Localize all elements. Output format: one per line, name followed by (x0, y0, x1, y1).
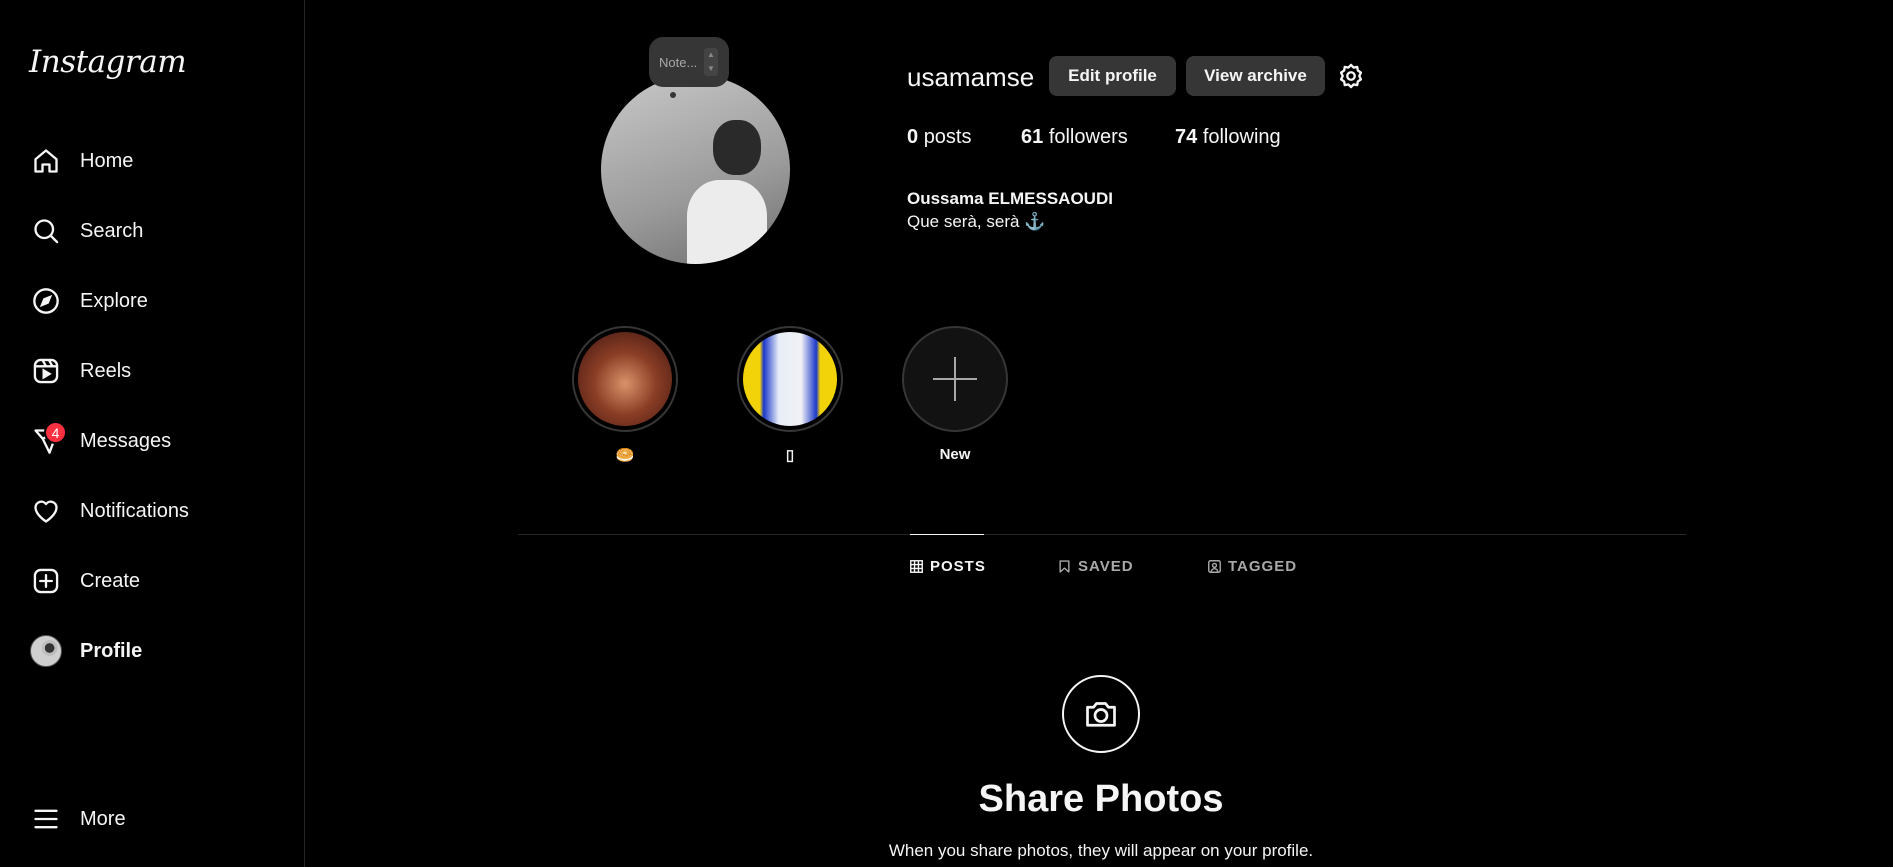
note-bubble[interactable]: Note... ▲ ▼ (649, 37, 729, 87)
profile-bio: Que serà, serà ⚓ (907, 212, 1046, 231)
profile-picture-head (713, 120, 761, 175)
note-bubble-tail (670, 92, 676, 98)
plus-square-icon (26, 561, 66, 601)
tab-label: TAGGED (1228, 558, 1298, 575)
posts-count: 0 (907, 126, 919, 148)
tab-label: POSTS (930, 558, 986, 575)
grid-icon (910, 560, 923, 573)
settings-gear-icon[interactable] (1337, 62, 1365, 90)
tab-tagged[interactable]: TAGGED (1208, 558, 1297, 575)
sidebar-item-create[interactable]: Create (12, 553, 294, 609)
sidebar-item-label: Explore (80, 289, 148, 312)
compass-icon (26, 281, 66, 321)
sidebar-item-notifications[interactable]: Notifications (12, 483, 294, 539)
tab-saved[interactable]: SAVED (1058, 558, 1134, 575)
highlight-label: New (939, 446, 971, 463)
followers-count: 61 (1021, 126, 1044, 148)
posts-label: posts (923, 126, 972, 148)
instagram-logo[interactable]: Instagram (29, 44, 187, 80)
sidebar-item-label: Reels (80, 359, 132, 382)
camera-icon (1062, 675, 1140, 753)
profile-picture-figure (687, 180, 767, 264)
note-stepper[interactable]: ▲ ▼ (704, 48, 718, 76)
profile-full-name: Oussama ELMESSAOUDI (907, 189, 1113, 208)
notification-badge: 4 (44, 421, 67, 444)
view-archive-button[interactable]: View archive (1186, 56, 1325, 96)
sidebar-item-label: Create (80, 569, 141, 592)
highlight-label: 🥯 (615, 447, 635, 464)
plus-icon (908, 332, 1002, 426)
note-placeholder: Note... (659, 54, 698, 70)
sidebar-item-profile[interactable]: Profile (12, 623, 294, 679)
search-icon (26, 211, 66, 251)
sidebar-item-label: More (80, 807, 126, 830)
tagged-icon (1208, 560, 1221, 573)
highlight-2[interactable] (737, 326, 843, 432)
tab-label: SAVED (1078, 558, 1134, 575)
tabs-divider (518, 534, 1686, 535)
followers-stat[interactable]: 61 followers (1021, 126, 1128, 149)
sidebar-item-reels[interactable]: Reels (12, 343, 294, 399)
new-highlight-button[interactable] (902, 326, 1008, 432)
heart-icon (26, 491, 66, 531)
sidebar-item-label: Notifications (80, 499, 189, 522)
sidebar-item-messages[interactable]: 4 Messages (12, 413, 294, 469)
sidebar-item-label: Messages (80, 429, 172, 452)
sidebar-item-home[interactable]: Home (12, 133, 294, 189)
following-count: 74 (1175, 126, 1198, 148)
active-tab-indicator (910, 534, 984, 535)
edit-profile-button[interactable]: Edit profile (1049, 56, 1176, 96)
sidebar-item-explore[interactable]: Explore (12, 273, 294, 329)
following-label: following (1202, 126, 1281, 148)
posts-stat: 0 posts (907, 126, 972, 149)
highlight-1[interactable] (572, 326, 678, 432)
sidebar-item-label: Home (80, 149, 134, 172)
avatar (30, 635, 62, 667)
sidebar-item-search[interactable]: Search (12, 203, 294, 259)
profile-picture[interactable] (601, 75, 790, 264)
followers-label: followers (1048, 126, 1128, 148)
sidebar-item-label: Profile (80, 639, 143, 662)
profile-avatar-wrapper (26, 631, 66, 671)
home-icon (26, 141, 66, 181)
bookmark-icon (1059, 560, 1070, 573)
sidebar-item-label: Search (80, 219, 144, 242)
highlight-cover (578, 332, 672, 426)
empty-state-title: Share Photos (978, 778, 1224, 820)
menu-icon (26, 799, 66, 839)
sidebar-item-more[interactable]: More (12, 791, 294, 847)
empty-state-subtitle: When you share photos, they will appear … (888, 841, 1314, 860)
following-stat[interactable]: 74 following (1175, 126, 1281, 149)
highlight-cover (743, 332, 837, 426)
tab-posts[interactable]: POSTS (910, 558, 986, 575)
highlight-label: ▯ (785, 447, 795, 464)
reels-icon (26, 351, 66, 391)
messenger-icon: 4 (26, 421, 67, 461)
sidebar: Instagram Home Search Explore Reels 4 Me… (0, 0, 305, 867)
profile-username: usamamse (907, 62, 1035, 92)
